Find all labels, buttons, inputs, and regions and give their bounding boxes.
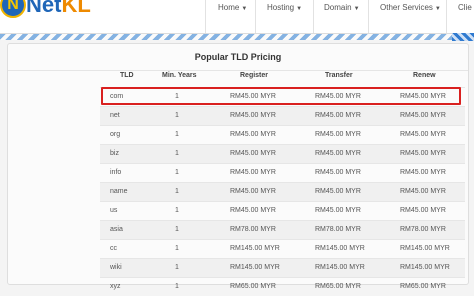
- cell-tld: biz: [110, 150, 119, 157]
- cell-tld: asia: [110, 226, 123, 233]
- cell-register: RM65.00 MYR: [230, 283, 276, 290]
- logo-text-accent: KL: [61, 0, 91, 17]
- cell-min-years: 1: [175, 188, 179, 195]
- cell-renew: RM45.00 MYR: [400, 131, 446, 138]
- cell-renew: RM65.00 MYR: [400, 283, 446, 290]
- nav-hosting[interactable]: Hosting ▼: [267, 3, 302, 12]
- cell-register: RM45.00 MYR: [230, 169, 276, 176]
- column-header-renew: Renew: [413, 72, 436, 79]
- cell-tld: org: [110, 131, 121, 138]
- cell-renew: RM45.00 MYR: [400, 112, 446, 119]
- table-row: net 1 RM45.00 MYR RM45.00 MYR RM45.00 MYR: [100, 106, 465, 125]
- cell-transfer: RM45.00 MYR: [315, 207, 361, 214]
- chevron-down-icon: ▼: [296, 6, 303, 12]
- nav-divider: [313, 0, 314, 33]
- cell-register: RM45.00 MYR: [230, 131, 276, 138]
- cell-register: RM145.00 MYR: [230, 245, 280, 252]
- cell-min-years: 1: [175, 112, 179, 119]
- column-header-transfer: Transfer: [325, 72, 353, 79]
- cell-transfer: RM145.00 MYR: [315, 245, 365, 252]
- nav-divider: [446, 0, 447, 33]
- panel-title: Popular TLD Pricing: [8, 44, 468, 71]
- chevron-down-icon: ▼: [434, 6, 441, 12]
- nav-hosting-label: Hosting: [267, 3, 295, 12]
- column-header-min-years: Min. Years: [162, 72, 197, 79]
- cell-min-years: 1: [175, 131, 179, 138]
- cell-renew: RM45.00 MYR: [400, 188, 446, 195]
- column-header-tld: TLD: [120, 72, 134, 79]
- cell-tld: net: [110, 112, 120, 119]
- table-row: us 1 RM45.00 MYR RM45.00 MYR RM45.00 MYR: [100, 201, 465, 220]
- table-row: xyz 1 RM65.00 MYR RM65.00 MYR RM65.00 MYR: [100, 277, 465, 296]
- cell-register: RM45.00 MYR: [230, 112, 276, 119]
- cell-min-years: 1: [175, 264, 179, 271]
- table-row: cc 1 RM145.00 MYR RM145.00 MYR RM145.00 MYR: [100, 239, 465, 258]
- logo-text: NetKL: [26, 0, 91, 18]
- chevron-down-icon: ▼: [241, 6, 248, 12]
- cell-register: RM45.00 MYR: [230, 207, 276, 214]
- nav-domain[interactable]: Domain ▼: [324, 3, 360, 12]
- nav-home-label: Home: [218, 3, 240, 12]
- cell-renew: RM145.00 MYR: [400, 264, 450, 271]
- cell-transfer: RM145.00 MYR: [315, 264, 365, 271]
- cell-transfer: RM78.00 MYR: [315, 226, 361, 233]
- column-header-register: Register: [240, 72, 269, 79]
- cell-min-years: 1: [175, 169, 179, 176]
- cell-tld: wiki: [110, 264, 122, 271]
- cell-tld: xyz: [110, 283, 121, 290]
- cell-renew: RM78.00 MYR: [400, 226, 446, 233]
- cell-renew: RM45.00 MYR: [400, 207, 446, 214]
- cell-renew: RM45.00 MYR: [400, 169, 446, 176]
- table-row: name 1 RM45.00 MYR RM45.00 MYR RM45.00 MYR: [100, 182, 465, 201]
- cell-register: RM145.00 MYR: [230, 264, 280, 271]
- top-navbar: N NetKL Home ▼ Hosting ▼ Domain ▼ Other Ser…: [0, 0, 474, 34]
- table-row: info 1 RM45.00 MYR RM45.00 MYR RM45.00 MYR: [100, 163, 465, 182]
- cell-transfer: RM65.00 MYR: [315, 283, 361, 290]
- cell-min-years: 1: [175, 283, 179, 290]
- cell-tld: cc: [110, 245, 117, 252]
- cell-min-years: 1: [175, 207, 179, 214]
- table-row: wiki 1 RM145.00 MYR RM145.00 MYR RM145.00 MY…: [100, 258, 465, 277]
- decorative-corner: [452, 33, 474, 41]
- cell-tld: us: [110, 207, 118, 214]
- cell-min-years: 1: [175, 150, 179, 157]
- nav-divider: [255, 0, 256, 33]
- logo-mark-icon: N: [0, 0, 26, 18]
- decorative-stripe: [0, 34, 474, 40]
- nav-other-services[interactable]: Other Services ▼: [380, 3, 441, 12]
- table-row: biz 1 RM45.00 MYR RM45.00 MYR RM45.00 MYR: [100, 144, 465, 163]
- table-row: org 1 RM45.00 MYR RM45.00 MYR RM45.00 MYR: [100, 125, 465, 144]
- cell-register: RM78.00 MYR: [230, 226, 276, 233]
- highlight-box: [101, 87, 461, 105]
- cell-tld: name: [110, 188, 128, 195]
- cell-min-years: 1: [175, 226, 179, 233]
- nav-client-label: Clie: [458, 3, 472, 12]
- chevron-down-icon: ▼: [353, 6, 360, 12]
- logo-text-main: Net: [26, 0, 62, 17]
- cell-renew: RM45.00 MYR: [400, 150, 446, 157]
- table-row: asia 1 RM78.00 MYR RM78.00 MYR RM78.00 MYR: [100, 220, 465, 239]
- cell-min-years: 1: [175, 245, 179, 252]
- cell-transfer: RM45.00 MYR: [315, 188, 361, 195]
- nav-domain-label: Domain: [324, 3, 352, 12]
- nav-other-services-label: Other Services: [380, 3, 433, 12]
- cell-transfer: RM45.00 MYR: [315, 169, 361, 176]
- nav-client-area[interactable]: Clie: [458, 3, 472, 12]
- nav-divider: [368, 0, 369, 33]
- cell-tld: info: [110, 169, 122, 176]
- cell-register: RM45.00 MYR: [230, 188, 276, 195]
- nav-home[interactable]: Home ▼: [218, 3, 247, 12]
- cell-transfer: RM45.00 MYR: [315, 131, 361, 138]
- cell-transfer: RM45.00 MYR: [315, 112, 361, 119]
- cell-transfer: RM45.00 MYR: [315, 150, 361, 157]
- nav-divider: [205, 0, 206, 33]
- cell-register: RM45.00 MYR: [230, 150, 276, 157]
- table-header: TLD Min. Years Register Transfer Renew: [100, 72, 465, 86]
- cell-renew: RM145.00 MYR: [400, 245, 450, 252]
